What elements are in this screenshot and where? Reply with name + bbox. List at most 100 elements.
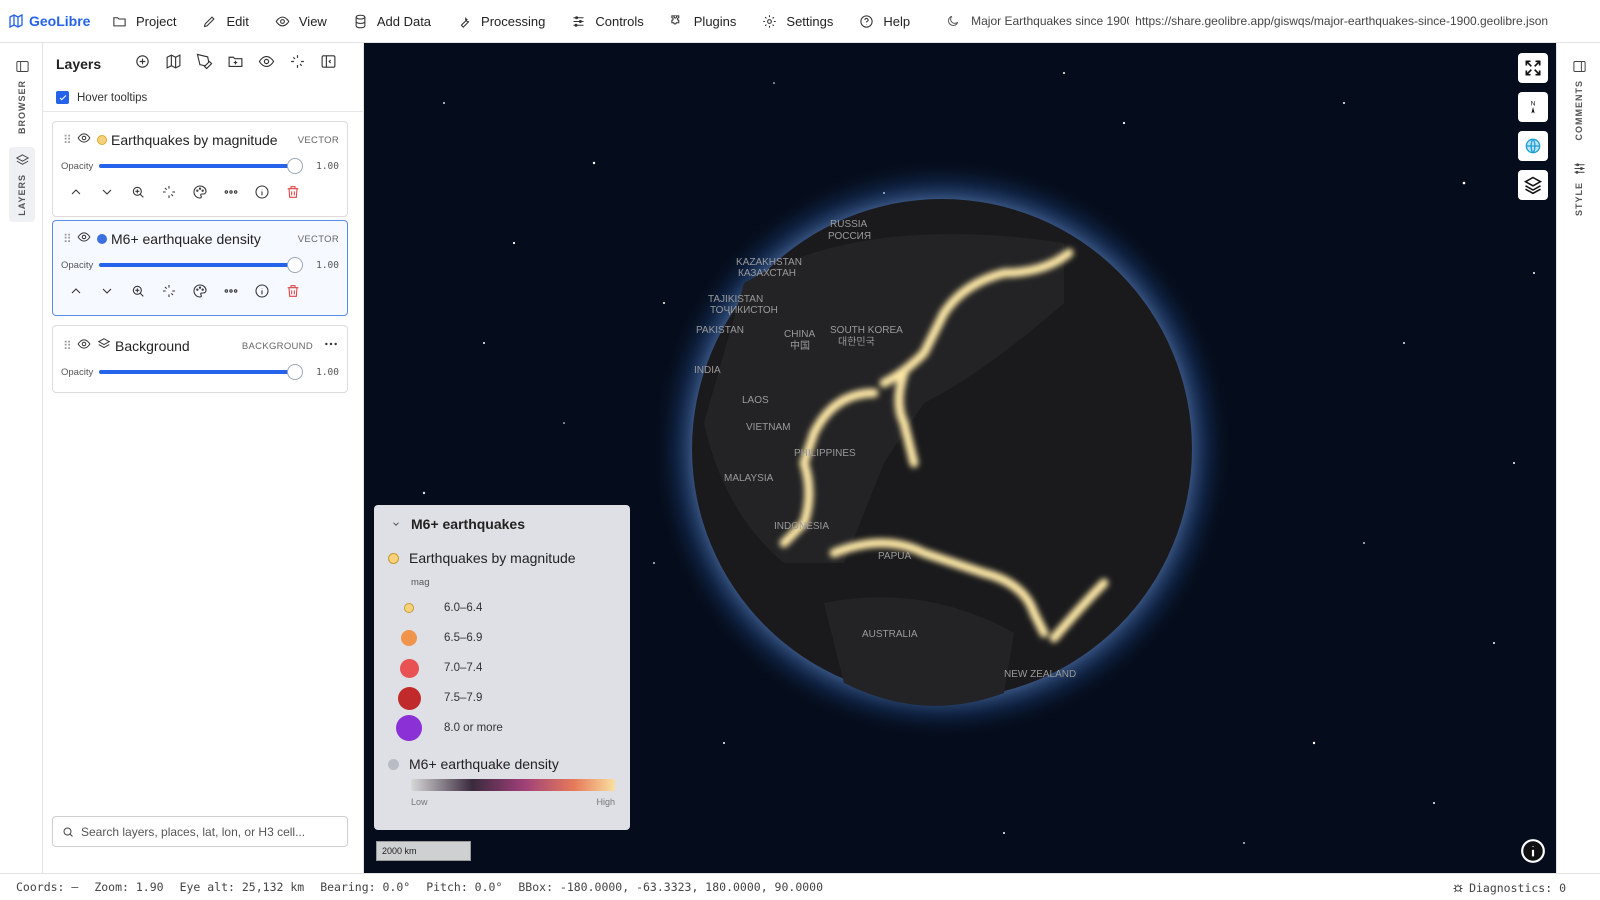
opacity-slider-knob[interactable] bbox=[287, 257, 303, 273]
identify-button[interactable] bbox=[161, 283, 177, 304]
hover-tooltips-checkbox[interactable] bbox=[56, 91, 69, 104]
layer-switcher-button[interactable] bbox=[1518, 170, 1548, 200]
delete-button[interactable] bbox=[285, 184, 301, 205]
add-layer-button[interactable] bbox=[134, 53, 151, 75]
project-title[interactable]: Major Earthquakes since 1900 bbox=[971, 14, 1129, 28]
info-icon bbox=[1521, 839, 1545, 863]
map-label: КАЗАХСТАН bbox=[738, 268, 796, 279]
hover-tooltips-label: Hover tooltips bbox=[77, 91, 148, 104]
hover-tooltips-toggle[interactable]: Hover tooltips bbox=[43, 84, 363, 112]
menu-plugins[interactable]: Plugins bbox=[657, 0, 750, 43]
project-url[interactable]: https://share.geolibre.app/giswqs/major-… bbox=[1129, 14, 1548, 28]
legend-field: mag bbox=[411, 577, 430, 588]
fullscreen-button[interactable] bbox=[1518, 53, 1548, 83]
map-label: PHILIPPINES bbox=[794, 448, 856, 459]
sliders-icon bbox=[573, 15, 584, 27]
menu-processing[interactable]: Processing bbox=[444, 0, 558, 43]
menu-plugins-label: Plugins bbox=[693, 13, 737, 29]
layers-tab[interactable]: LAYERS bbox=[9, 147, 35, 222]
more-button[interactable] bbox=[323, 336, 339, 357]
map-label: SOUTH KOREA bbox=[830, 325, 903, 336]
search-input[interactable] bbox=[81, 824, 331, 839]
info-button[interactable] bbox=[254, 184, 270, 205]
pen-tool-icon bbox=[196, 53, 213, 69]
move-up-button[interactable] bbox=[68, 283, 84, 304]
scale-bar: 2000 km bbox=[376, 841, 471, 861]
more-button[interactable] bbox=[223, 184, 239, 205]
layer-name[interactable]: Earthquakes by magnitude bbox=[111, 132, 298, 148]
delete-button[interactable] bbox=[285, 283, 301, 304]
select-tool-button[interactable] bbox=[289, 53, 306, 75]
menu-help[interactable]: Help bbox=[846, 0, 923, 43]
theme-toggle[interactable] bbox=[935, 14, 971, 28]
layer-card-background[interactable]: ⠿ Background BACKGROUND Opacity 1.00 bbox=[52, 325, 348, 393]
opacity-slider[interactable] bbox=[99, 158, 303, 174]
info-button[interactable] bbox=[254, 283, 270, 304]
identify-button[interactable] bbox=[161, 184, 177, 205]
add-group-button[interactable] bbox=[227, 53, 244, 75]
legend-header[interactable]: M6+ earthquakes bbox=[374, 505, 630, 543]
visibility-toggle[interactable] bbox=[77, 337, 91, 356]
layer-type-badge: VECTOR bbox=[297, 233, 339, 245]
zoom-to-layer-button[interactable] bbox=[130, 283, 146, 304]
legend-symbol bbox=[396, 715, 422, 741]
app-brand[interactable]: GeoLibre bbox=[0, 13, 98, 29]
zoom-to-layer-button[interactable] bbox=[130, 184, 146, 205]
style-tab[interactable]: STYLE bbox=[1566, 161, 1592, 216]
menu-project-label: Project bbox=[136, 13, 177, 29]
map-legend: M6+ earthquakes Earthquakes by magnitude… bbox=[374, 505, 630, 830]
opacity-slider-knob[interactable] bbox=[287, 158, 303, 174]
map-label: ТОҶИКИСТОН bbox=[710, 305, 778, 316]
chevron-down-icon bbox=[393, 522, 399, 526]
move-down-button[interactable] bbox=[99, 184, 115, 205]
move-down-button[interactable] bbox=[99, 283, 115, 304]
drag-handle-icon[interactable]: ⠿ bbox=[63, 133, 77, 147]
drag-handle-icon[interactable]: ⠿ bbox=[63, 232, 77, 246]
attribution-button[interactable] bbox=[1520, 838, 1546, 864]
panel-collapse-icon bbox=[321, 54, 336, 68]
menu-add-data[interactable]: Add Data bbox=[340, 0, 444, 43]
opacity-slider[interactable] bbox=[99, 257, 303, 273]
draw-button[interactable] bbox=[196, 53, 213, 75]
legend-title: M6+ earthquakes bbox=[411, 516, 525, 532]
menu-view[interactable]: View bbox=[262, 0, 340, 43]
visibility-toggle[interactable] bbox=[77, 131, 91, 150]
compass-button[interactable]: N bbox=[1518, 92, 1548, 122]
menu-settings-label: Settings bbox=[786, 13, 834, 29]
folder-plus-icon bbox=[228, 56, 243, 67]
style-button[interactable] bbox=[192, 184, 208, 205]
drag-handle-icon[interactable]: ⠿ bbox=[63, 339, 77, 353]
menu-edit[interactable]: Edit bbox=[189, 0, 261, 43]
style-button[interactable] bbox=[192, 283, 208, 304]
basemap-button[interactable] bbox=[165, 53, 182, 75]
legend-class-label: 7.0–7.4 bbox=[444, 662, 483, 674]
diagnostics-button[interactable]: Diagnostics: 0 bbox=[1452, 881, 1582, 895]
layer-search[interactable] bbox=[52, 816, 348, 847]
menu-project[interactable]: Project bbox=[98, 0, 189, 43]
panel-right-icon bbox=[1572, 61, 1586, 72]
comments-tab[interactable]: COMMENTS bbox=[1566, 59, 1592, 141]
globe-toggle-button[interactable] bbox=[1518, 131, 1548, 161]
collapse-panel-button[interactable] bbox=[320, 53, 337, 75]
search-icon bbox=[63, 827, 73, 837]
legend-class: 7.5–7.9 bbox=[374, 683, 630, 713]
move-up-button[interactable] bbox=[68, 184, 84, 205]
more-button[interactable] bbox=[223, 283, 239, 304]
opacity-slider[interactable] bbox=[99, 364, 303, 380]
opacity-slider-knob[interactable] bbox=[287, 364, 303, 380]
legend-class: 8.0 or more bbox=[374, 713, 630, 743]
folder-icon bbox=[113, 16, 126, 26]
layer-card-earthquakes[interactable]: ⠿ Earthquakes by magnitude VECTOR Opacit… bbox=[52, 121, 348, 217]
map-label: INDIA bbox=[694, 365, 721, 376]
info-icon bbox=[255, 184, 269, 199]
right-rail: COMMENTS STYLE bbox=[1556, 43, 1600, 873]
browser-tab[interactable]: BROWSER bbox=[9, 59, 35, 134]
layer-name[interactable]: Background bbox=[115, 338, 242, 354]
app-name: GeoLibre bbox=[29, 13, 91, 29]
visibility-toggle[interactable] bbox=[77, 230, 91, 249]
menu-controls[interactable]: Controls bbox=[558, 0, 656, 43]
layer-card-density[interactable]: ⠿ M6+ earthquake density VECTOR Opacity … bbox=[52, 220, 348, 316]
layer-name[interactable]: M6+ earthquake density bbox=[111, 231, 298, 247]
toggle-visibility-button[interactable] bbox=[258, 53, 275, 75]
menu-settings[interactable]: Settings bbox=[749, 0, 846, 43]
